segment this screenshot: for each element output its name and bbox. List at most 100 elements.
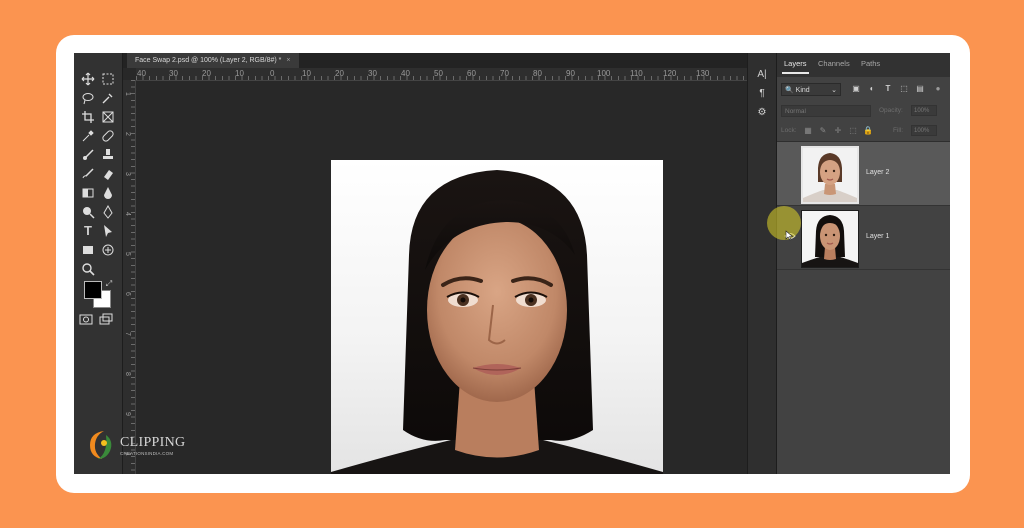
document-tab-title: Face Swap 2.psd @ 100% (Layer 2, RGB/8#)… <box>135 57 282 64</box>
ruler-label: 8 <box>124 372 131 376</box>
frame-icon[interactable] <box>99 109 117 125</box>
blur-icon[interactable] <box>99 185 117 201</box>
fill-label: Fill: <box>893 127 904 134</box>
screen-mode-icon[interactable] <box>99 311 113 325</box>
ruler-label: 40 <box>401 69 410 78</box>
lock-all-icon[interactable]: 🔒 <box>863 125 873 136</box>
panel-tabs: Layers Channels Paths <box>777 53 950 77</box>
healing-icon[interactable] <box>99 128 117 144</box>
vertical-ruler: 1 2 3 4 5 6 7 8 9 1 <box>123 80 136 474</box>
ruler-label: 4 <box>124 212 131 216</box>
canvas-area[interactable] <box>136 81 747 474</box>
ruler-label: 70 <box>500 69 509 78</box>
ruler-label: 0 <box>270 69 275 78</box>
ruler-label: 20 <box>335 69 344 78</box>
ruler-label: 30 <box>169 69 178 78</box>
move-icon[interactable] <box>79 71 97 87</box>
eyedropper-icon[interactable] <box>79 128 97 144</box>
layer-row[interactable]: Layer 1 <box>777 206 950 270</box>
type-icon[interactable]: T <box>79 223 97 239</box>
layer-name[interactable]: Layer 2 <box>866 169 889 176</box>
filter-smart-object-icon[interactable]: ▤ <box>915 84 925 94</box>
portrait-image[interactable] <box>331 160 663 474</box>
document-tab[interactable]: Face Swap 2.psd @ 100% (Layer 2, RGB/8#)… <box>127 53 299 68</box>
rectangle-icon[interactable] <box>79 242 97 258</box>
ruler-label: 120 <box>663 69 677 78</box>
lock-row: Lock: ▦ ✎ ✛ ⬚ 🔒 Fill: 100% <box>781 125 947 137</box>
ruler-label: 100 <box>597 69 611 78</box>
tab-layers[interactable]: Layers <box>782 59 808 74</box>
logo-icon <box>90 431 112 459</box>
ruler-label: 20 <box>202 69 211 78</box>
character-panel-icon[interactable]: A| <box>754 68 770 82</box>
ruler-label: 2 <box>124 132 131 136</box>
filter-kind-select[interactable]: 🔍 Kind ⌄ <box>781 83 841 96</box>
ruler-label: 50 <box>434 69 443 78</box>
document-tab-bar: Face Swap 2.psd @ 100% (Layer 2, RGB/8#)… <box>123 53 747 68</box>
crop-icon[interactable] <box>79 109 97 125</box>
filter-toggle-icon[interactable]: ● <box>933 84 943 94</box>
filter-kind-label: Kind <box>795 87 810 94</box>
horizontal-ruler: 40 30 20 10 0 10 20 30 40 50 60 70 80 90… <box>136 68 747 81</box>
quick-mask-icon[interactable] <box>79 311 93 325</box>
close-tab-icon[interactable]: × <box>286 57 290 64</box>
swap-colors-icon[interactable]: ⤢ <box>104 279 114 289</box>
hand-rotate-icon[interactable] <box>99 242 117 258</box>
stamp-icon[interactable] <box>99 147 117 163</box>
dodge-icon[interactable] <box>79 204 97 220</box>
quick-select-icon[interactable] <box>99 90 117 106</box>
layer-thumbnail <box>801 146 859 204</box>
tab-channels[interactable]: Channels <box>818 59 850 68</box>
lasso-icon[interactable] <box>79 90 97 106</box>
filter-adjustment-icon[interactable]: ◐ <box>867 84 877 94</box>
click-highlight <box>767 206 801 240</box>
ruler-label: 130 <box>696 69 710 78</box>
blend-mode-select[interactable]: Normal <box>781 105 871 117</box>
ruler-label: 90 <box>566 69 575 78</box>
ruler-label: 10 <box>302 69 311 78</box>
ruler-label: 30 <box>368 69 377 78</box>
tab-paths[interactable]: Paths <box>861 59 880 68</box>
pen-icon[interactable] <box>99 204 117 220</box>
ruler-label: 5 <box>124 252 131 256</box>
ruler-label: 60 <box>467 69 476 78</box>
properties-icon-column: A| ¶ ⚙ <box>747 53 776 474</box>
filter-type-icon[interactable]: T <box>883 84 893 94</box>
eraser-icon[interactable] <box>99 166 117 182</box>
ruler-label: 6 <box>124 292 131 296</box>
filter-pixel-icon[interactable]: ▣ <box>851 84 861 94</box>
ruler-label: 40 <box>137 69 146 78</box>
chevron-down-icon: ⌄ <box>831 87 837 94</box>
photoshop-window: T ⤢ Face Swap 2.psd @ 100% (Layer 2, RGB… <box>74 53 950 474</box>
fill-field[interactable]: 100% <box>911 125 937 136</box>
ruler-label: 110 <box>630 69 643 78</box>
zoom-icon[interactable] <box>79 261 97 277</box>
lock-transparent-icon[interactable]: ▦ <box>803 125 813 136</box>
mouse-cursor-icon <box>785 228 794 241</box>
ruler-label: 3 <box>124 172 131 176</box>
opacity-field[interactable]: 100% <box>911 105 937 116</box>
gradient-icon[interactable] <box>79 185 97 201</box>
brush-icon[interactable] <box>79 147 97 163</box>
filter-shape-icon[interactable]: ⬚ <box>899 84 909 94</box>
ruler-label: 9 <box>124 412 131 416</box>
logo-name: CLIPPING <box>120 435 186 450</box>
paragraph-panel-icon[interactable]: ¶ <box>754 87 770 101</box>
lock-image-icon[interactable]: ✎ <box>818 125 828 136</box>
lock-artboard-icon[interactable]: ⬚ <box>848 125 858 136</box>
history-brush-icon[interactable] <box>79 166 97 182</box>
lock-position-icon[interactable]: ✛ <box>833 125 843 136</box>
tools-panel: T ⤢ <box>74 53 123 474</box>
layers-panel: Layers Channels Paths 🔍 Kind ⌄ ▣ ◐ T ⬚ ▤… <box>776 53 950 474</box>
path-select-icon[interactable] <box>99 223 117 239</box>
layer-name[interactable]: Layer 1 <box>866 233 889 240</box>
opacity-label: Opacity: <box>879 107 903 114</box>
watermark-logo: CLIPPING CREATIONSINDIA.COM <box>86 429 186 461</box>
foreground-color-swatch[interactable] <box>84 281 102 299</box>
ruler-label: 80 <box>533 69 542 78</box>
marquee-icon[interactable] <box>99 71 117 87</box>
adjustments-panel-icon[interactable]: ⚙ <box>754 106 770 120</box>
blend-row: Normal Opacity: 100% <box>781 105 947 117</box>
ruler-label: 7 <box>124 332 131 336</box>
layer-row[interactable]: Layer 2 <box>777 142 950 206</box>
